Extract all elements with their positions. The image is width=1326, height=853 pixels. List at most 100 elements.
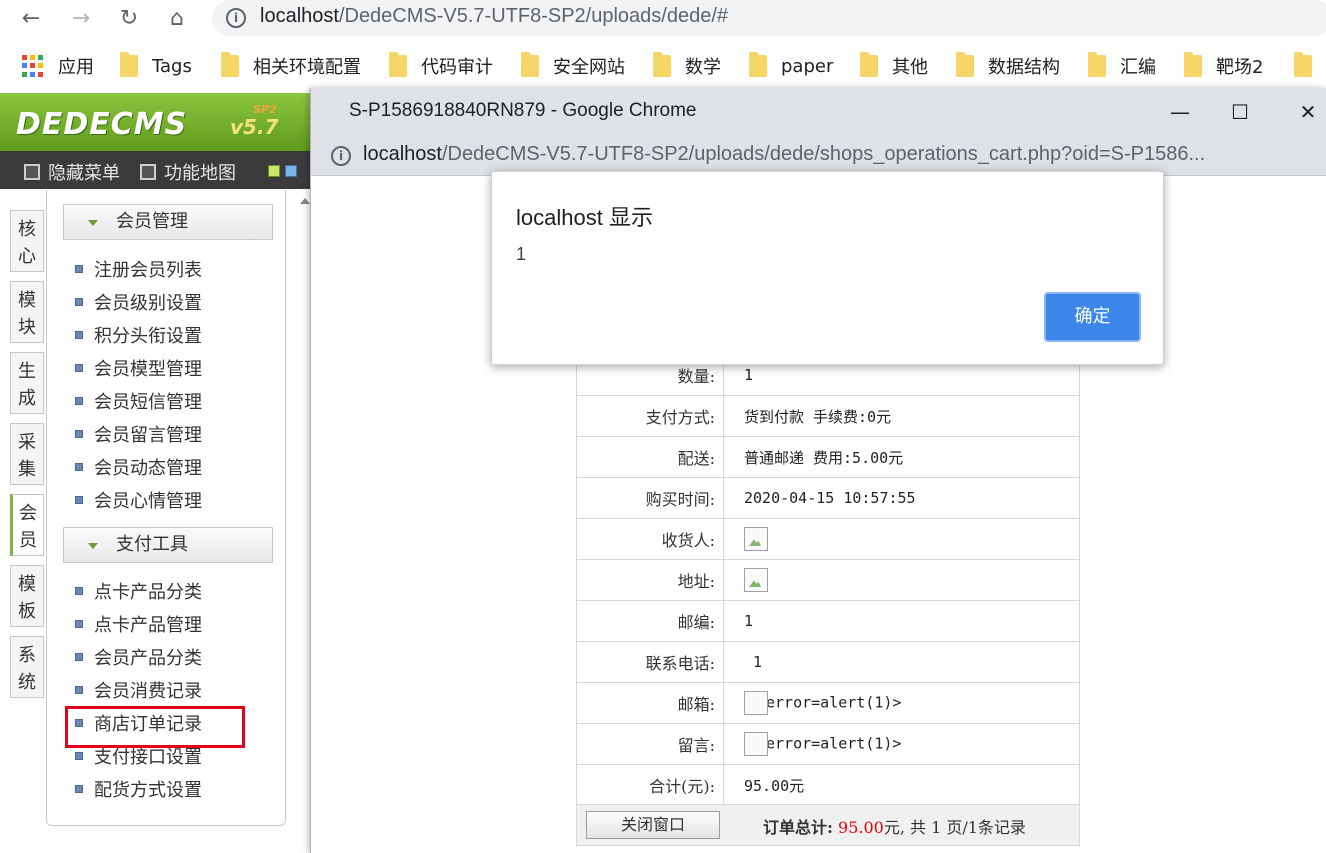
menu-item-label: 点卡产品管理 (94, 615, 202, 636)
table-row: 购买时间: 2020-04-15 10:57:55 (576, 477, 1080, 519)
row-value-text: error=alert(1)> (766, 734, 902, 753)
url-host: localhost (260, 5, 339, 27)
row-label: 邮箱: (576, 682, 724, 724)
info-icon[interactable]: i (331, 146, 351, 166)
menu-item[interactable]: 积分头衔设置 (75, 322, 202, 348)
bullet-icon (75, 298, 83, 306)
ok-button[interactable]: 确定 (1044, 292, 1141, 342)
info-icon[interactable]: i (226, 8, 246, 28)
menu-item[interactable]: 会员级别设置 (75, 289, 202, 315)
side-tab-active[interactable]: 会员 (10, 494, 44, 556)
grid-icon (140, 164, 156, 180)
row-label: 合计(元): (576, 764, 724, 806)
func-map-label: 功能地图 (164, 163, 236, 184)
maximize-icon[interactable]: ☐ (1217, 96, 1263, 128)
bookmark-label: 靶场2 (1216, 57, 1264, 78)
close-window-button[interactable]: 关闭窗口 (586, 811, 720, 839)
address-bar[interactable]: i localhost/DedeCMS-V5.7-UTF8-SP2/upload… (212, 0, 1326, 36)
back-arrow-icon[interactable]: ← (18, 6, 44, 32)
menu-item[interactable]: 会员模型管理 (75, 355, 202, 381)
row-value: error=alert(1)> (723, 682, 1080, 724)
scroll-up-icon[interactable] (300, 198, 310, 204)
bullet-icon (75, 686, 83, 694)
menu-item[interactable]: 会员短信管理 (75, 388, 202, 414)
bookmark-folder[interactable]: 安全网站 (521, 52, 625, 80)
side-tab[interactable]: 系统 (10, 636, 44, 698)
bookmark-folder[interactable]: 靶场2 (1184, 52, 1263, 80)
total-amount: 95.00 (838, 818, 884, 837)
bullet-icon (75, 587, 83, 595)
popup-titlebar: S-P1586918840RN879 - Google Chrome — ☐ ✕ (311, 88, 1326, 136)
browser-toolbar: ← → ↻ ⌂ i localhost/DedeCMS-V5.7-UTF8-SP… (0, 0, 1326, 40)
bookmarks-bar: 应用 Tags 相关环境配置 代码审计 安全网站 数学 paper 其他 数据结… (0, 44, 1326, 88)
menu-item-label: 会员留言管理 (94, 425, 202, 446)
alert-dialog: localhost 显示 1 确定 (491, 171, 1164, 365)
bookmark-label: 相关环境配置 (253, 57, 361, 78)
menu-item[interactable]: 会员心情管理 (75, 487, 202, 513)
bookmark-folder[interactable]: 代码审计 (389, 52, 493, 80)
member-section-title: 会员管理 (116, 211, 188, 232)
bookmark-apps[interactable]: 应用 (22, 52, 94, 80)
alert-title: localhost 显示 (516, 205, 653, 230)
func-map-button[interactable]: 功能地图 (140, 159, 236, 185)
reload-icon[interactable]: ↻ (116, 6, 142, 32)
row-label: 收货人: (576, 518, 724, 560)
hide-menu-button[interactable]: 隐藏菜单 (24, 159, 120, 185)
forward-arrow-icon[interactable]: → (68, 6, 94, 32)
menu-item[interactable]: 注册会员列表 (75, 256, 202, 282)
dede-version: v5.7 (230, 115, 279, 139)
side-tab[interactable]: 采集 (10, 423, 44, 485)
small-square-icon[interactable] (268, 165, 280, 177)
url-path: /DedeCMS-V5.7-UTF8-SP2/uploads/dede/# (338, 5, 729, 27)
close-icon[interactable]: ✕ (1285, 96, 1326, 128)
member-section-header[interactable]: 会员管理 (63, 204, 273, 240)
side-tab[interactable]: 核心 (10, 210, 44, 272)
bullet-icon (75, 331, 83, 339)
pay-section-header[interactable]: 支付工具 (63, 527, 273, 563)
menu-item[interactable]: 点卡产品管理 (75, 611, 202, 637)
hide-menu-icon (24, 164, 40, 180)
row-label: 配送: (576, 436, 724, 478)
alert-message: 1 (516, 244, 527, 264)
total-suffix: 元, 共 1 页/1条记录 (883, 818, 1026, 837)
bookmark-folder[interactable]: 数据结构 (956, 52, 1060, 80)
bookmark-folder[interactable]: 数学 (653, 52, 721, 80)
menu-item[interactable]: 会员消费记录 (75, 677, 202, 703)
bookmark-folder[interactable]: paper (749, 52, 833, 80)
bookmark-label: Tags (152, 55, 192, 77)
bullet-icon (75, 653, 83, 661)
row-value-text: error=alert(1)> (766, 693, 902, 712)
menu-item[interactable]: 会员留言管理 (75, 421, 202, 447)
bookmark-label: 代码审计 (421, 57, 493, 78)
bookmark-folder[interactable]: 其他 (860, 52, 928, 80)
row-value: 2020-04-15 10:57:55 (723, 477, 1080, 519)
side-tab-label: 模板 (18, 574, 36, 622)
side-tab[interactable]: 模块 (10, 281, 44, 343)
menu-item[interactable]: 配货方式设置 (75, 776, 202, 802)
side-tab-label: 系统 (18, 645, 36, 693)
bullet-icon (75, 785, 83, 793)
home-icon[interactable]: ⌂ (164, 6, 190, 32)
bookmark-folder[interactable]: 汇编 (1088, 52, 1156, 80)
menu-item[interactable]: 会员动态管理 (75, 454, 202, 480)
small-square-icon[interactable] (285, 165, 297, 177)
menu-item-label: 会员产品分类 (94, 648, 202, 669)
menu-item-label: 配货方式设置 (94, 780, 202, 801)
order-footer: 关闭窗口 订单总计: 95.00元, 共 1 页/1条记录 (576, 804, 1080, 846)
bookmark-label: 数据结构 (988, 57, 1060, 78)
popup-address-bar[interactable]: i localhost/DedeCMS-V5.7-UTF8-SP2/upload… (311, 136, 1326, 176)
side-tab-label: 核心 (18, 219, 36, 267)
table-row: 支付方式: 货到付款 手续费:0元 (576, 395, 1080, 437)
menu-item-label: 会员心情管理 (94, 491, 202, 512)
broken-image-icon (744, 691, 768, 715)
menu-item[interactable]: 点卡产品分类 (75, 578, 202, 604)
menu-item[interactable]: 会员产品分类 (75, 644, 202, 670)
minimize-icon[interactable]: — (1157, 96, 1203, 128)
bookmark-folder[interactable]: 相关环境配置 (221, 52, 361, 80)
side-tab[interactable]: 模板 (10, 565, 44, 627)
bookmark-folder[interactable]: Tags (120, 52, 192, 80)
side-tab[interactable]: 生成 (10, 352, 44, 414)
side-tab-label: 会员 (19, 503, 37, 551)
row-label: 支付方式: (576, 395, 724, 437)
bookmark-folder-partial[interactable] (1294, 52, 1326, 80)
